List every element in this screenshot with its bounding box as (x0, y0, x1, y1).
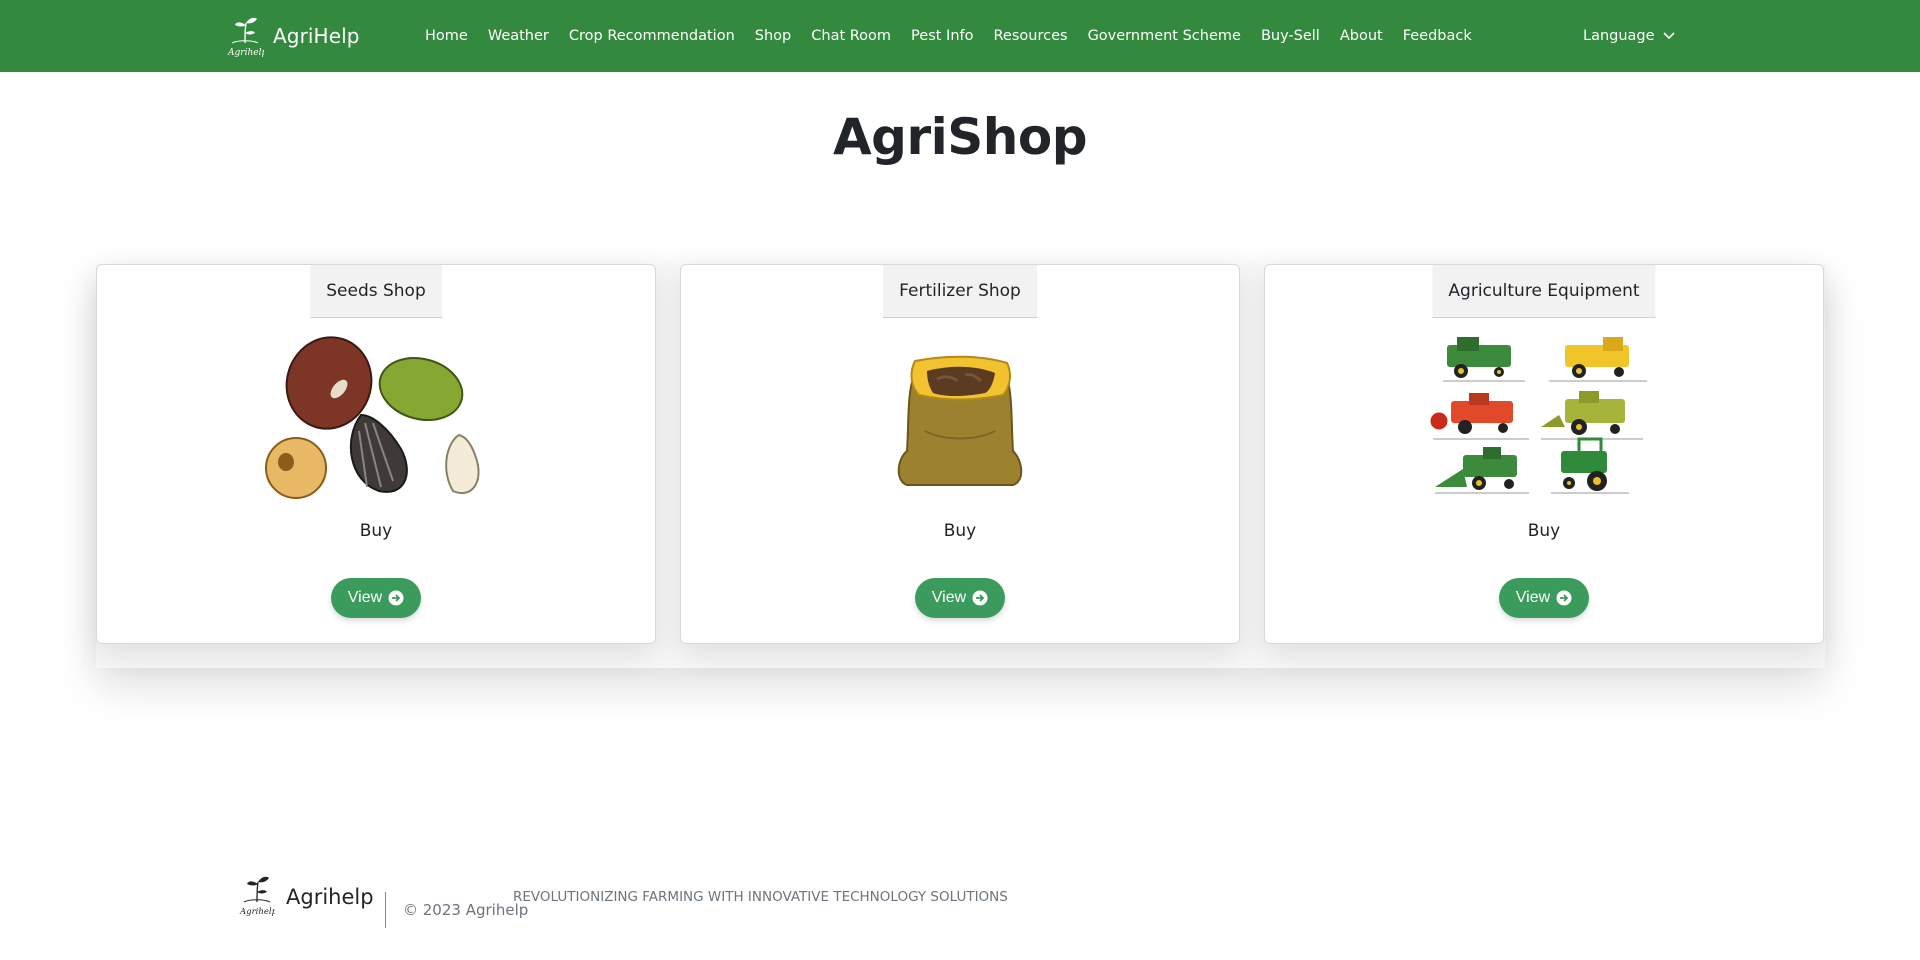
card-fertilizer-shop: Fertilizer Shop Buy View (680, 264, 1240, 644)
view-button-label: View (931, 589, 967, 606)
chevron-down-icon (1662, 32, 1675, 40)
seeds-illustration (265, 336, 480, 499)
nav-shop[interactable]: Shop (745, 28, 801, 44)
nav-links: Home Weather Crop Recommendation Shop Ch… (415, 0, 1482, 72)
view-button-label: View (347, 589, 383, 606)
nav-crop-recommendation[interactable]: Crop Recommendation (559, 28, 745, 44)
language-dropdown[interactable]: Language (1583, 0, 1675, 72)
page-title: AgriShop (832, 108, 1088, 166)
nav-buy-sell[interactable]: Buy-Sell (1251, 28, 1330, 44)
view-button-label: View (1515, 589, 1551, 606)
card-caption: Buy (943, 521, 977, 541)
card-header: Seeds Shop (310, 265, 442, 318)
nav-feedback[interactable]: Feedback (1393, 28, 1482, 44)
card-header: Fertilizer Shop (883, 265, 1037, 318)
nav-home[interactable]: Home (415, 28, 478, 44)
footer-copyright: © 2023 Agrihelp (403, 901, 529, 919)
view-equipment-button[interactable]: View (1499, 578, 1589, 618)
nav-about[interactable]: About (1330, 28, 1393, 44)
card-agriculture-equipment: Agriculture Equipment Buy View (1264, 264, 1824, 644)
nav-pest-info[interactable]: Pest Info (901, 28, 983, 44)
arrow-circle-right-icon (972, 590, 988, 606)
card-caption: Buy (1527, 521, 1561, 541)
view-fertilizer-button[interactable]: View (915, 578, 1005, 618)
nav-weather[interactable]: Weather (478, 28, 559, 44)
fertilizer-sack-illustration (897, 355, 1023, 486)
language-label: Language (1583, 28, 1655, 44)
footer-tagline: REVOLUTIONIZING FARMING WITH INNOVATIVE … (513, 889, 1008, 905)
arrow-circle-right-icon (1556, 590, 1572, 606)
brand-name: AgriHelp (273, 24, 360, 48)
farm-machinery-illustration (1429, 337, 1647, 494)
footer-sprout-logo-icon: Agrihelp (239, 876, 275, 917)
nav-resources[interactable]: Resources (984, 28, 1078, 44)
footer-brand: Agrihelp (286, 885, 374, 909)
view-seeds-button[interactable]: View (331, 578, 421, 618)
footer-divider (385, 892, 386, 928)
svg-text:Agrihelp: Agrihelp (239, 907, 275, 917)
card-seeds-shop: Seeds Shop Buy View (96, 264, 656, 644)
brand-link[interactable]: Agrihelp AgriHelp (226, 12, 360, 60)
card-header: Agriculture Equipment (1432, 265, 1656, 318)
nav-chat-room[interactable]: Chat Room (801, 28, 901, 44)
svg-text:Agrihelp: Agrihelp (227, 48, 264, 58)
arrow-circle-right-icon (388, 590, 404, 606)
top-navbar: Agrihelp AgriHelp Home Weather Crop Reco… (0, 0, 1920, 72)
sprout-logo-icon: Agrihelp (227, 17, 264, 58)
nav-government-scheme[interactable]: Government Scheme (1078, 28, 1251, 44)
card-caption: Buy (359, 521, 393, 541)
